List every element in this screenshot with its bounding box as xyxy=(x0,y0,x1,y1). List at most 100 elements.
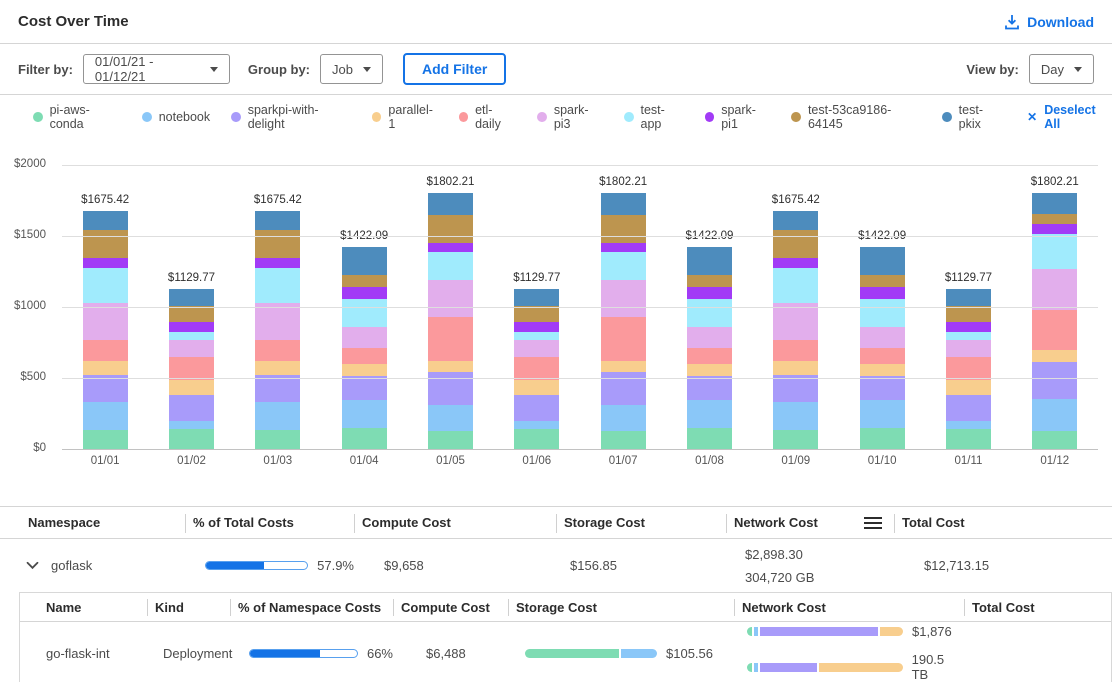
bar-segment-sparkpi-with-delight[interactable] xyxy=(1032,362,1077,399)
group-by-select[interactable]: Job xyxy=(320,54,383,84)
bar-segment-test-53ca9186-64145[interactable] xyxy=(514,306,559,321)
bar-segment-test-app[interactable] xyxy=(860,299,905,327)
bar-segment-pi-aws-conda[interactable] xyxy=(514,429,559,449)
bar-segment-pi-aws-conda[interactable] xyxy=(428,431,473,450)
bar-segment-spark-pi3[interactable] xyxy=(860,327,905,348)
bar-segment-spark-pi3[interactable] xyxy=(773,303,818,340)
bar-segment-parallel-1[interactable] xyxy=(428,361,473,372)
bar-segment-test-app[interactable] xyxy=(169,332,214,340)
view-by-select[interactable]: Day xyxy=(1029,54,1094,84)
bar-segment-sparkpi-with-delight[interactable] xyxy=(946,395,991,421)
bar-segment-parallel-1[interactable] xyxy=(514,380,559,395)
bar-segment-spark-pi3[interactable] xyxy=(601,280,646,317)
bar-stack-01/06[interactable] xyxy=(514,289,559,449)
bar-stack-01/04[interactable] xyxy=(342,247,387,449)
table-row-go-flask-int[interactable]: go-flask-int Deployment 66% $6,488 $105.… xyxy=(20,622,1111,682)
bar-segment-test-pkix[interactable] xyxy=(342,247,387,274)
bar-segment-test-53ca9186-64145[interactable] xyxy=(946,306,991,321)
bar-segment-notebook[interactable] xyxy=(687,400,732,428)
bar-segment-test-53ca9186-64145[interactable] xyxy=(687,275,732,288)
legend-item-spark-pi1[interactable]: spark-pi1 xyxy=(705,103,771,131)
bar-segment-test-app[interactable] xyxy=(342,299,387,327)
bar-segment-test-53ca9186-64145[interactable] xyxy=(83,230,128,258)
bar-segment-spark-pi1[interactable] xyxy=(773,258,818,268)
bar-segment-pi-aws-conda[interactable] xyxy=(860,428,905,449)
bar-segment-spark-pi3[interactable] xyxy=(1032,269,1077,310)
bar-segment-spark-pi1[interactable] xyxy=(687,287,732,299)
legend-item-spark-pi3[interactable]: spark-pi3 xyxy=(537,103,603,131)
bar-segment-spark-pi1[interactable] xyxy=(1032,224,1077,234)
bar-segment-sparkpi-with-delight[interactable] xyxy=(687,376,732,400)
bar-segment-pi-aws-conda[interactable] xyxy=(1032,431,1077,449)
bar-segment-pi-aws-conda[interactable] xyxy=(169,429,214,449)
date-range-select[interactable]: 01/01/21 - 01/12/21 xyxy=(83,54,230,84)
bar-segment-notebook[interactable] xyxy=(428,405,473,431)
bar-segment-test-53ca9186-64145[interactable] xyxy=(342,275,387,288)
bar-segment-parallel-1[interactable] xyxy=(687,364,732,376)
bar-segment-notebook[interactable] xyxy=(860,400,905,428)
bar-segment-notebook[interactable] xyxy=(946,421,991,429)
column-header-pct-namespace[interactable]: % of Namespace Costs xyxy=(230,593,393,621)
bar-segment-pi-aws-conda[interactable] xyxy=(687,428,732,449)
bar-segment-sparkpi-with-delight[interactable] xyxy=(514,395,559,421)
bar-segment-test-pkix[interactable] xyxy=(601,193,646,215)
bar-segment-etl-daily[interactable] xyxy=(1032,310,1077,350)
bar-segment-test-app[interactable] xyxy=(601,252,646,280)
bar-segment-sparkpi-with-delight[interactable] xyxy=(342,376,387,400)
bar-segment-etl-daily[interactable] xyxy=(169,357,214,380)
bar-segment-test-pkix[interactable] xyxy=(255,211,300,230)
bar-segment-test-app[interactable] xyxy=(773,268,818,304)
legend-item-etl-daily[interactable]: etl-daily xyxy=(459,103,517,131)
bar-segment-test-pkix[interactable] xyxy=(83,211,128,230)
bar-segment-spark-pi3[interactable] xyxy=(428,280,473,317)
bar-segment-etl-daily[interactable] xyxy=(601,317,646,361)
bar-segment-test-pkix[interactable] xyxy=(1032,193,1077,214)
bar-segment-test-app[interactable] xyxy=(514,332,559,340)
bar-segment-etl-daily[interactable] xyxy=(773,340,818,361)
bar-segment-pi-aws-conda[interactable] xyxy=(255,430,300,449)
bar-segment-spark-pi3[interactable] xyxy=(514,340,559,357)
bar-segment-notebook[interactable] xyxy=(1032,399,1077,431)
bar-segment-spark-pi3[interactable] xyxy=(255,303,300,340)
bar-segment-sparkpi-with-delight[interactable] xyxy=(860,376,905,400)
bar-segment-spark-pi1[interactable] xyxy=(428,243,473,252)
column-header-network[interactable]: Network Cost xyxy=(726,507,894,538)
bar-segment-test-app[interactable] xyxy=(428,252,473,280)
legend-item-sparkpi-with-delight[interactable]: sparkpi-with-delight xyxy=(231,103,351,131)
bar-segment-parallel-1[interactable] xyxy=(342,364,387,376)
bar-segment-test-53ca9186-64145[interactable] xyxy=(773,230,818,258)
bar-segment-test-app[interactable] xyxy=(687,299,732,327)
column-header-pct-total[interactable]: % of Total Costs xyxy=(185,507,354,538)
bar-segment-parallel-1[interactable] xyxy=(169,380,214,395)
bar-segment-spark-pi1[interactable] xyxy=(169,322,214,333)
bar-segment-spark-pi3[interactable] xyxy=(946,340,991,357)
bar-segment-notebook[interactable] xyxy=(601,405,646,431)
bar-segment-spark-pi3[interactable] xyxy=(83,303,128,340)
bar-segment-test-pkix[interactable] xyxy=(687,247,732,274)
column-header-storage[interactable]: Storage Cost xyxy=(508,593,734,621)
column-header-storage[interactable]: Storage Cost xyxy=(556,507,726,538)
bar-segment-sparkpi-with-delight[interactable] xyxy=(255,375,300,401)
bar-segment-etl-daily[interactable] xyxy=(428,317,473,361)
bar-segment-spark-pi1[interactable] xyxy=(83,258,128,268)
bar-segment-sparkpi-with-delight[interactable] xyxy=(169,395,214,421)
bar-segment-test-53ca9186-64145[interactable] xyxy=(1032,214,1077,224)
bar-segment-notebook[interactable] xyxy=(514,421,559,429)
column-header-namespace[interactable]: Namespace xyxy=(0,507,185,538)
legend-item-parallel-1[interactable]: parallel-1 xyxy=(372,103,438,131)
bar-segment-spark-pi1[interactable] xyxy=(601,243,646,252)
bar-segment-test-pkix[interactable] xyxy=(860,247,905,274)
bar-stack-01/10[interactable] xyxy=(860,247,905,449)
bar-segment-parallel-1[interactable] xyxy=(83,361,128,375)
bar-segment-spark-pi1[interactable] xyxy=(514,322,559,333)
bar-segment-etl-daily[interactable] xyxy=(860,348,905,364)
bar-segment-test-pkix[interactable] xyxy=(514,289,559,307)
legend-item-test-53ca9186-64145[interactable]: test-53ca9186-64145 xyxy=(791,103,921,131)
bar-segment-pi-aws-conda[interactable] xyxy=(83,430,128,449)
bar-segment-test-pkix[interactable] xyxy=(773,211,818,230)
deselect-all-button[interactable]: ✕ Deselect All xyxy=(1027,103,1112,131)
legend-item-pi-aws-conda[interactable]: pi-aws-conda xyxy=(33,103,121,131)
bar-segment-test-53ca9186-64145[interactable] xyxy=(428,215,473,243)
bar-segment-pi-aws-conda[interactable] xyxy=(946,429,991,449)
column-header-kind[interactable]: Kind xyxy=(147,593,230,621)
